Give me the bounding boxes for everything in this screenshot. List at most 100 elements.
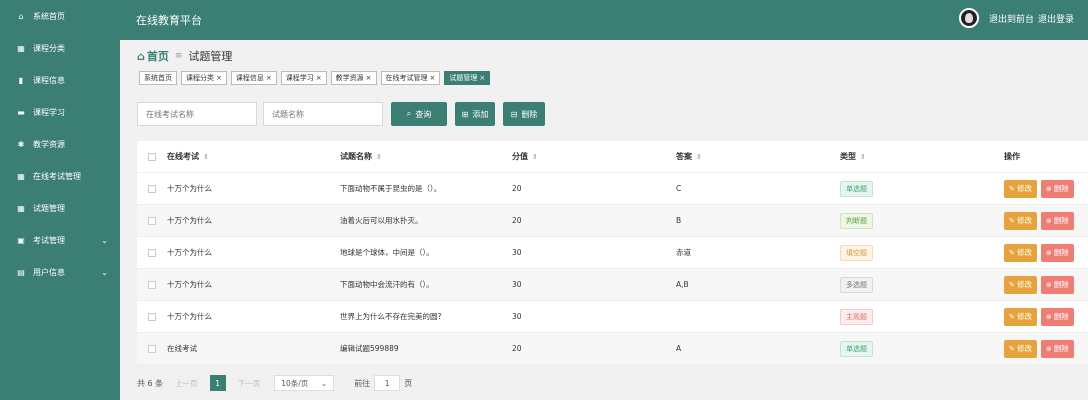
close-icon[interactable]: × [316,74,322,82]
page-number-current[interactable]: 1 [209,375,226,391]
cell-op: ✎ 修改 ⊗ 删除 [1004,307,1088,326]
table-row: 在线考试 编辑试题599889 20 A 单选题 ✎ 修改 ⊗ 删除 [137,333,1088,365]
close-icon[interactable]: × [430,74,436,82]
prev-page-button[interactable]: 上一页 [169,375,204,391]
chevron-down-icon: ⌄ [101,236,108,245]
tag-item[interactable]: 教学资源 × [330,71,377,85]
table-row: 十万个为什么 油着火后可以用水扑灭。 20 B 判断题 ✎ 修改 ⊗ 删除 [137,205,1088,237]
delete-label: 删除 [1053,312,1069,321]
sidebar: ⌂ 系统首页 ▦ 课程分类 ▮ 课程信息 ▬ 课程学习 ✱ 教学资源 ▦ 在线考试管理 ▦ 试题管理 ▣ 考试… [0,0,120,400]
cell-answer: B [676,216,682,225]
delete-icon: ⊗ [1045,248,1052,257]
edit-label: 修改 [1016,280,1032,289]
page-size-select[interactable]: 10条/页 ⌄ [274,375,335,391]
next-page-button[interactable]: 下一页 [231,375,267,391]
row-checkbox[interactable] [148,312,156,321]
batch-delete-button[interactable]: ⊟ 删除 [503,102,545,126]
header-type[interactable]: 类型 ⇕ [840,151,1004,162]
sidebar-item[interactable]: ▬ 课程学习 [0,96,120,128]
cell-op: ✎ 修改 ⊗ 删除 [1004,211,1088,230]
logout-link[interactable]: 退出登录 [1038,12,1074,25]
close-icon[interactable]: × [216,74,222,82]
cell-name: 下面动物中会流汗的有（）。 [340,280,434,289]
row-checkbox[interactable] [148,184,156,193]
row-select-cell [137,280,167,289]
edit-button[interactable]: ✎ 修改 [1004,275,1037,294]
cell-score: 20 [512,344,522,353]
edit-button[interactable]: ✎ 修改 [1004,307,1037,326]
cell-exam: 十万个为什么 [167,248,212,257]
home-icon: ⌂ [137,49,145,63]
close-icon[interactable]: × [479,74,485,82]
header-exam-label: 在线考试 [167,152,199,161]
delete-button[interactable]: ⊗ 删除 [1040,339,1074,358]
breadcrumb: ⌂ 首页 ≡ 试题管理 [137,48,232,64]
tag-item[interactable]: 课程信息 × [230,71,277,85]
sidebar-item[interactable]: ▤ 用户信息 ⌄ [0,256,120,288]
goto-label: 前往 [354,378,371,388]
grid-icon: ▦ [17,43,25,53]
cell-type: 主观题 [840,308,1004,325]
cell-score: 20 [512,184,522,193]
edit-button[interactable]: ✎ 修改 [1004,243,1037,262]
sidebar-item[interactable]: ▦ 试题管理 [0,192,120,224]
row-checkbox[interactable] [148,216,156,225]
sidebar-item[interactable]: ▦ 在线考试管理 [0,160,120,192]
delete-button[interactable]: ⊗ 删除 [1040,243,1074,262]
delete-button[interactable]: ⊗ 删除 [1040,179,1074,198]
sidebar-item[interactable]: ▮ 课程信息 [0,64,120,96]
sort-icon: ⇕ [203,153,209,161]
delete-button[interactable]: ⊗ 删除 [1040,307,1074,326]
row-checkbox[interactable] [148,248,156,257]
header-name[interactable]: 试题名称 ⇕ [340,151,512,162]
avatar [958,8,979,28]
delete-button[interactable]: ⊗ 删除 [1040,275,1074,294]
back-to-front-link[interactable]: 退出到前台 [989,12,1034,25]
bar-chart-icon: ▮ [18,75,24,85]
breadcrumb-home[interactable]: 首页 [147,48,169,64]
chat-icon: ▬ [17,107,25,117]
tag-item[interactable]: 系统首页 [139,71,177,85]
header-answer[interactable]: 答案 ⇕ [676,151,840,162]
top-header: 在线教育平台 退出到前台 退出登录 [120,0,1088,40]
add-button[interactable]: ⊞ 添加 [455,102,495,126]
home-icon: ⌂ [18,11,24,21]
sidebar-item[interactable]: ✱ 教学资源 [0,128,120,160]
sidebar-item[interactable]: ▣ 考试管理 ⌄ [0,224,120,256]
row-select-cell [137,344,167,353]
header-score[interactable]: 分值 ⇕ [512,151,676,162]
delete-button[interactable]: ⊗ 删除 [1040,211,1074,230]
edit-icon: ✎ [1009,248,1015,257]
sidebar-item[interactable]: ▦ 课程分类 [0,32,120,64]
type-badge: 单选题 [840,180,873,197]
edit-button[interactable]: ✎ 修改 [1004,339,1037,358]
exam-name-input[interactable] [137,102,257,126]
close-icon[interactable]: × [266,74,272,82]
tag-item[interactable]: 试题管理 × [444,71,491,85]
header-type-label: 类型 [840,152,856,161]
cell-score: 30 [512,280,522,289]
tag-item[interactable]: 课程学习 × [280,71,327,85]
card-icon: ▤ [17,267,25,277]
delete-label: 删除 [1053,344,1069,353]
tag-item[interactable]: 课程分类 × [181,71,227,85]
edit-button[interactable]: ✎ 修改 [1004,179,1037,198]
tag-item[interactable]: 在线考试管理 × [380,71,441,85]
cell-answer: A,B [676,280,689,289]
chevron-down-icon: ⌄ [320,378,328,388]
row-checkbox[interactable] [148,280,156,289]
cell-exam: 十万个为什么 [167,184,212,193]
edit-button[interactable]: ✎ 修改 [1004,211,1037,230]
row-select-cell [137,248,167,257]
close-icon[interactable]: × [366,74,372,82]
select-all-checkbox[interactable] [148,152,156,161]
goto-page-input[interactable]: 1 [374,375,401,391]
question-name-input[interactable] [263,102,383,126]
sidebar-item[interactable]: ⌂ 系统首页 [0,0,120,32]
query-button[interactable]: ⌕ 查询 [391,102,447,126]
row-select-cell [137,184,167,193]
type-badge: 单选题 [840,340,873,357]
delete-icon: ⊗ [1045,216,1052,225]
row-checkbox[interactable] [148,344,156,353]
header-exam[interactable]: 在线考试 ⇕ [167,151,340,162]
